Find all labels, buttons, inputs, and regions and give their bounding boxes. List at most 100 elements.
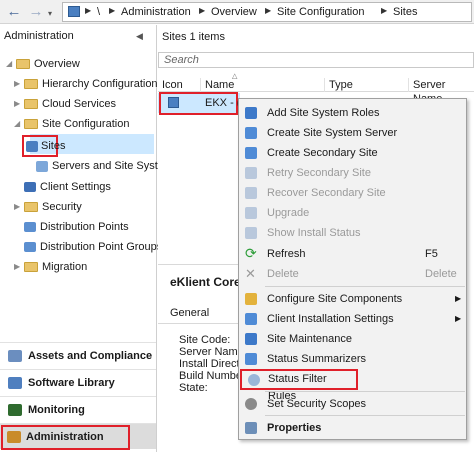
properties-icon xyxy=(245,422,257,434)
software-library-icon xyxy=(8,377,22,390)
menu-item-retry-secondary-site[interactable]: Retry Secondary Site xyxy=(239,163,466,183)
breadcrumb-separator-icon: ▶ xyxy=(265,6,272,15)
client-installation-icon xyxy=(245,313,257,325)
expand-arrow-icon[interactable]: ▶ xyxy=(14,257,24,277)
details-field-install-directory: Install Directo xyxy=(179,358,246,370)
folder-icon xyxy=(24,202,38,213)
site-maintenance-icon xyxy=(245,333,257,345)
menu-item-delete[interactable]: ✕ Delete Delete xyxy=(239,264,466,284)
tree-item-cloud-services[interactable]: ▶ Cloud Services xyxy=(14,94,116,114)
menu-item-create-secondary-site[interactable]: Create Secondary Site xyxy=(239,143,466,163)
breadcrumb[interactable]: ▶ \ ▶ Administration ▶ Overview ▶ Site C… xyxy=(62,2,472,22)
menu-item-upgrade[interactable]: Upgrade xyxy=(239,203,466,223)
folder-icon xyxy=(24,262,38,273)
workspace-software-library[interactable]: Software Library xyxy=(0,369,156,395)
menu-item-refresh[interactable]: ⟳ Refresh F5 xyxy=(239,244,466,264)
search-input[interactable]: Search xyxy=(158,52,474,68)
security-scopes-icon xyxy=(245,398,257,410)
submenu-arrow-icon: ▶ xyxy=(455,294,462,303)
breadcrumb-sites[interactable]: Sites xyxy=(393,6,417,18)
menu-item-set-security-scopes[interactable]: Set Security Scopes xyxy=(239,394,466,414)
tree-item-distribution-point-groups[interactable]: Distribution Point Groups xyxy=(24,237,162,257)
server-icon xyxy=(36,160,48,172)
add-roles-icon xyxy=(245,107,257,119)
menu-item-status-summarizers[interactable]: Status Summarizers xyxy=(239,349,466,369)
workspace-assets-and-compliance[interactable]: Assets and Compliance xyxy=(0,342,156,368)
breadcrumb-site-configuration[interactable]: Site Configuration xyxy=(277,6,364,18)
assets-icon xyxy=(8,350,22,363)
details-field-site-code: Site Code: xyxy=(179,334,231,346)
expand-arrow-icon[interactable]: ▶ xyxy=(14,197,24,217)
column-header-name[interactable]: Name xyxy=(201,78,325,92)
client-settings-icon xyxy=(24,182,36,193)
collapse-pane-icon[interactable]: ◀ xyxy=(136,31,143,42)
column-header-type[interactable]: Type xyxy=(325,78,409,92)
table-header: Icon Name △ Type Server Name xyxy=(158,73,474,105)
tree-item-hierarchy-configuration[interactable]: ▶ Hierarchy Configuration xyxy=(14,74,158,94)
details-pane: eKlient Core S General Site Code: Server… xyxy=(158,264,252,452)
breadcrumb-root[interactable]: \ xyxy=(97,6,100,18)
folder-icon xyxy=(16,59,30,70)
navigation-pane: Administration ◀ ◢ Overview ▶ Hierarchy Co… xyxy=(0,25,173,452)
create-secondary-site-icon xyxy=(245,147,257,159)
workspace-monitoring[interactable]: Monitoring xyxy=(0,396,156,422)
sites-icon xyxy=(26,140,38,152)
sort-arrow-icon: △ xyxy=(232,73,238,80)
back-arrow-icon[interactable]: ← xyxy=(4,2,24,22)
menu-item-add-site-system-roles[interactable]: Add Site System Roles xyxy=(239,103,466,123)
menu-separator xyxy=(265,391,465,392)
menu-separator xyxy=(265,415,465,416)
tree-item-client-settings[interactable]: Client Settings xyxy=(24,177,111,197)
monitoring-icon xyxy=(8,404,22,417)
menu-item-configure-site-components[interactable]: Configure Site Components ▶ xyxy=(239,289,466,309)
breadcrumb-overview[interactable]: Overview xyxy=(211,6,257,18)
navigation-pane-title: Administration xyxy=(4,30,74,42)
menu-item-recover-secondary-site[interactable]: Recover Secondary Site xyxy=(239,183,466,203)
distribution-point-group-icon xyxy=(24,242,36,253)
tree-item-security[interactable]: ▶ Security xyxy=(14,197,82,217)
forward-arrow-icon[interactable]: → xyxy=(26,2,46,22)
collapse-arrow-icon[interactable]: ◢ xyxy=(6,54,16,74)
folder-icon xyxy=(24,99,38,110)
tree-item-site-configuration[interactable]: ◢ Site Configuration xyxy=(14,114,129,134)
tree-item-servers-and-site-system[interactable]: Servers and Site System xyxy=(36,156,173,176)
configure-components-icon xyxy=(245,293,257,305)
collapse-arrow-icon[interactable]: ◢ xyxy=(14,114,24,134)
details-field-server-name: Server Name: xyxy=(179,346,247,358)
recover-icon xyxy=(245,187,257,199)
folder-icon xyxy=(24,79,38,90)
details-field-build-number: Build Number xyxy=(179,370,246,382)
workspace-administration-label[interactable]: Administration xyxy=(1,425,130,450)
expand-arrow-icon[interactable]: ▶ xyxy=(14,74,24,94)
column-header-icon[interactable]: Icon xyxy=(158,78,201,92)
menu-item-status-filter-rules[interactable]: Status Filter Rules xyxy=(240,369,358,402)
folder-open-icon xyxy=(24,119,38,130)
details-section-general: General xyxy=(170,307,210,319)
tree-item-distribution-points[interactable]: Distribution Points xyxy=(24,217,129,237)
tree-item-sites[interactable]: Sites xyxy=(22,135,65,157)
breadcrumb-administration[interactable]: Administration xyxy=(121,6,191,18)
tree-item-migration[interactable]: ▶ Migration xyxy=(14,257,87,277)
tree-item-overview[interactable]: ◢ Overview xyxy=(6,54,80,74)
upgrade-icon xyxy=(245,207,257,219)
history-dropdown-icon[interactable]: ▾ xyxy=(48,9,52,18)
refresh-icon: ⟳ xyxy=(245,245,257,261)
menu-item-site-maintenance[interactable]: Site Maintenance xyxy=(239,329,466,349)
menu-item-show-install-status[interactable]: Show Install Status xyxy=(239,223,466,243)
menu-separator xyxy=(265,286,465,287)
console-icon xyxy=(68,6,80,17)
expand-arrow-icon[interactable]: ▶ xyxy=(14,94,24,114)
site-name-cell: EKX - ( xyxy=(205,97,241,109)
menu-item-create-site-system-server[interactable]: Create Site System Server xyxy=(239,123,466,143)
breadcrumb-separator-icon: ▶ xyxy=(199,6,206,15)
delete-icon: ✕ xyxy=(245,266,256,281)
column-header-server-name[interactable]: Server Name xyxy=(409,78,474,105)
administration-icon xyxy=(7,431,21,444)
menu-item-client-installation-settings[interactable]: Client Installation Settings ▶ xyxy=(239,309,466,329)
retry-icon xyxy=(245,167,257,179)
status-filter-icon xyxy=(248,374,260,386)
menu-item-properties[interactable]: Properties xyxy=(239,418,466,438)
results-title: Sites 1 items xyxy=(162,31,225,43)
create-server-icon xyxy=(245,127,257,139)
context-menu: Add Site System Roles Create Site System… xyxy=(238,98,467,440)
